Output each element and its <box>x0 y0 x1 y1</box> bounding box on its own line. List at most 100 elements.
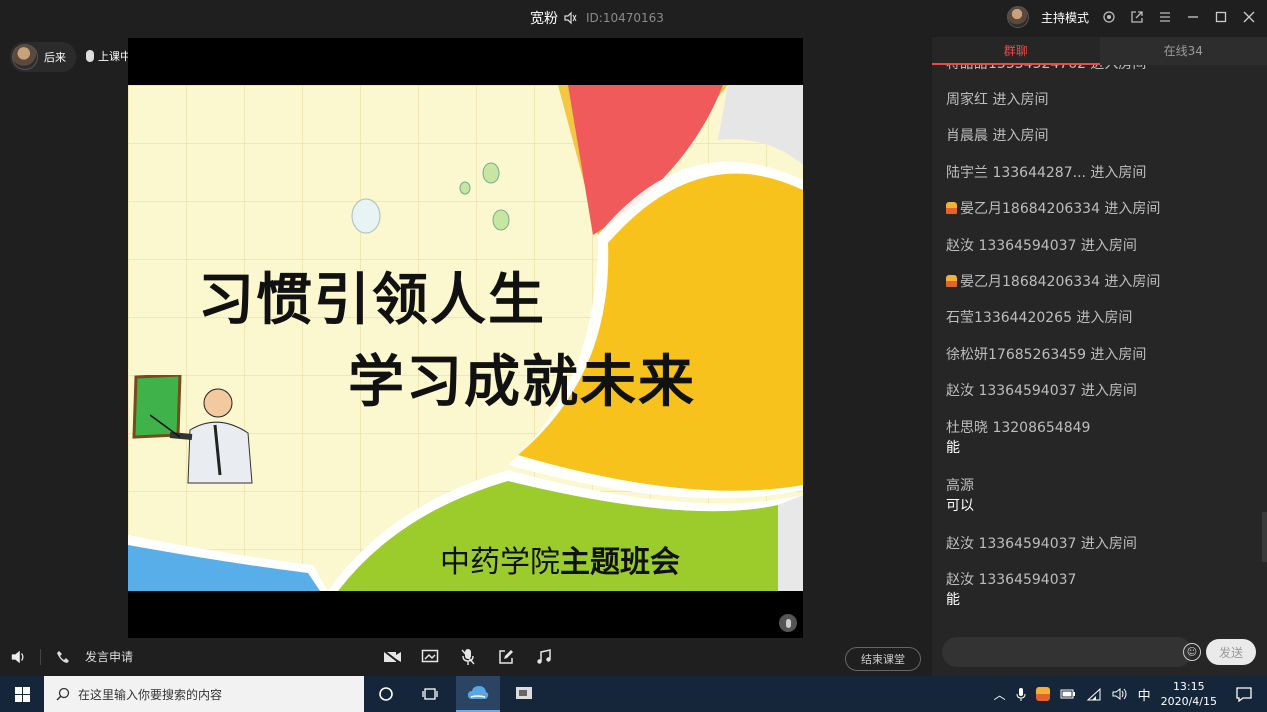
chat-message: 赵汝 13364594037 能 <box>946 569 1256 625</box>
task-view-icon[interactable] <box>408 676 452 712</box>
maximize-icon[interactable] <box>1213 9 1229 25</box>
title-actions: 主持模式 <box>1006 6 1257 28</box>
taskbar-app-classroom-icon[interactable] <box>502 676 546 712</box>
system-tray: ︿ 中 13:15 2020/4/15 <box>994 676 1267 712</box>
speaker-muted-icon[interactable] <box>562 10 578 26</box>
chat-message-sender: 周家红 进入房间 <box>946 92 1049 108</box>
slide-subtitle: 中药学院主题班会 <box>440 537 680 581</box>
controls-divider <box>40 648 41 665</box>
menu-icon[interactable] <box>1157 9 1173 25</box>
volume-icon[interactable] <box>10 649 26 665</box>
host-avatar <box>12 44 38 70</box>
windows-logo-icon <box>14 686 30 702</box>
app-title: 宽粉 <box>530 11 558 27</box>
microphone-muted-icon[interactable] <box>458 648 478 666</box>
apply-speak-button[interactable]: 发言申请 <box>85 648 133 665</box>
chat-message-sender: 陆宇兰 133644287... 进入房间 <box>946 164 1147 181</box>
taskbar-app-cloud-icon[interactable] <box>456 676 500 712</box>
chat-message: 杜思晓 13208654849 能 <box>946 417 1256 475</box>
taskbar-search-placeholder: 在这里输入你要搜索的内容 <box>78 687 223 702</box>
class-status-label: 上课中 <box>98 50 131 63</box>
search-icon <box>56 687 70 701</box>
chat-input[interactable] <box>942 637 1192 667</box>
ime-indicator[interactable]: 中 <box>1138 685 1151 704</box>
emoji-icon[interactable]: ☺ <box>1183 643 1201 661</box>
host-chip[interactable]: 后来 <box>10 42 76 72</box>
chat-message-content: 可以 <box>946 497 974 514</box>
controls-left: 发言申请 <box>10 648 133 665</box>
settings-icon[interactable] <box>1101 9 1117 25</box>
bottom-controls: 发言申请 结束课堂 <box>0 638 932 676</box>
chat-message: 晏乙月18684206334 进入房间 <box>946 198 1256 234</box>
chat-message-sender: 徐松妍17685263459 进入房间 <box>946 346 1147 363</box>
slide-title-line1: 习惯引领人生 <box>198 268 546 333</box>
close-icon[interactable] <box>1241 9 1257 25</box>
slide-subtitle-normal: 中药学院 <box>440 545 560 580</box>
taskbar-search[interactable]: 在这里输入你要搜索的内容 <box>44 676 364 712</box>
chevron-up-icon[interactable]: ︿ <box>994 686 1006 703</box>
stage-mic-muted-icon[interactable] <box>779 614 797 632</box>
tray-mic-icon[interactable] <box>1016 687 1026 701</box>
title-group: 宽粉 ID:10470163 <box>530 8 664 28</box>
title-bar: 宽粉 ID:10470163 主持模式 <box>0 0 1267 34</box>
chat-message-content: 能 <box>946 439 960 456</box>
notification-icon[interactable] <box>1235 686 1253 702</box>
user-badge-icon <box>946 274 957 287</box>
chat-message-sender: 赵汝 13364594037 进入房间 <box>946 535 1137 552</box>
chat-message: 晏乙月18684206334 进入房间 <box>946 271 1256 307</box>
slide-title-line2: 学习成就未来 <box>348 350 696 415</box>
chat-message: 赵汝 13364594037 进入房间 <box>946 380 1256 416</box>
end-class-button[interactable]: 结束课堂 <box>845 647 921 671</box>
clock[interactable]: 13:15 2020/4/15 <box>1161 679 1217 709</box>
chat-input-row: ☺ 发送 <box>942 637 1258 667</box>
clock-time: 13:15 <box>1172 680 1205 693</box>
phone-icon[interactable] <box>55 649 71 665</box>
mic-icon <box>86 50 94 62</box>
start-button[interactable] <box>0 676 44 712</box>
tray-user-icon[interactable] <box>1035 687 1050 701</box>
class-status: 上课中 <box>86 48 131 64</box>
chat-message-list[interactable]: 蒋甜甜13354324762 进入房间周家红 进入房间肖晨晨 进入房间陆宇兰 1… <box>946 65 1256 625</box>
user-avatar[interactable] <box>1006 6 1029 28</box>
edit-icon[interactable] <box>496 648 516 666</box>
send-button[interactable]: 发送 <box>1206 639 1256 665</box>
chat-message-sender: 杜思晓 13208654849 <box>946 419 1091 436</box>
chat-panel: 群聊 在线34 蒋甜甜13354324762 进入房间周家红 进入房间肖晨晨 进… <box>932 37 1267 676</box>
minimize-icon[interactable] <box>1185 9 1201 25</box>
cortana-icon[interactable] <box>364 676 408 712</box>
slide-subtitle-bold: 主题班会 <box>560 545 680 580</box>
tab-online[interactable]: 在线34 <box>1099 37 1267 65</box>
chat-message-sender: 赵汝 13364594037 进入房间 <box>946 383 1137 400</box>
chat-message-sender: 晏乙月18684206334 进入房间 <box>960 273 1161 290</box>
clock-date: 2020/4/15 <box>1160 695 1217 708</box>
video-area: 后来 上课中 习惯引领人生 学习成就未来 中药学院主题班会 <box>0 34 932 638</box>
chat-message-sender: 赵汝 13364594037 <box>946 571 1077 588</box>
music-icon[interactable] <box>534 648 554 666</box>
chat-tabs: 群聊 在线34 <box>932 37 1267 65</box>
chat-message: 肖晨晨 进入房间 <box>946 125 1256 161</box>
host-mode-label[interactable]: 主持模式 <box>1041 9 1089 26</box>
camera-off-icon[interactable] <box>382 648 402 666</box>
battery-icon[interactable] <box>1060 688 1076 700</box>
chat-message: 陆宇兰 133644287... 进入房间 <box>946 162 1256 198</box>
chat-message-content: 能 <box>946 591 960 608</box>
chat-message-sender: 赵汝 13364594037 进入房间 <box>946 237 1137 254</box>
chat-message-sender: 晏乙月18684206334 进入房间 <box>960 201 1161 218</box>
chat-message: 赵汝 13364594037 进入房间 <box>946 235 1256 271</box>
chat-scrollbar[interactable] <box>1262 512 1267 562</box>
tab-group-chat[interactable]: 群聊 <box>932 37 1100 65</box>
controls-center <box>382 648 554 666</box>
chat-message-sender: 石莹13364420265 进入房间 <box>946 310 1133 327</box>
chat-message: 高源 可以 <box>946 475 1256 533</box>
teacher-illustration <box>130 373 260 489</box>
chat-message: 徐松妍17685263459 进入房间 <box>946 344 1256 380</box>
app-window: 宽粉 ID:10470163 主持模式 后来 上课中 习惯引领人生 学习成就未来… <box>0 0 1267 676</box>
share-icon[interactable] <box>1129 9 1145 25</box>
chat-message-sender: 高源 <box>946 477 974 494</box>
speaker-icon[interactable] <box>1112 687 1128 701</box>
chat-message-sender: 肖晨晨 进入房间 <box>946 128 1049 145</box>
wifi-icon[interactable] <box>1086 687 1102 701</box>
screen-share-icon[interactable] <box>420 648 440 666</box>
shared-screen: 习惯引领人生 学习成就未来 中药学院主题班会 <box>128 38 803 638</box>
chat-message: 周家红 进入房间 <box>946 89 1256 125</box>
